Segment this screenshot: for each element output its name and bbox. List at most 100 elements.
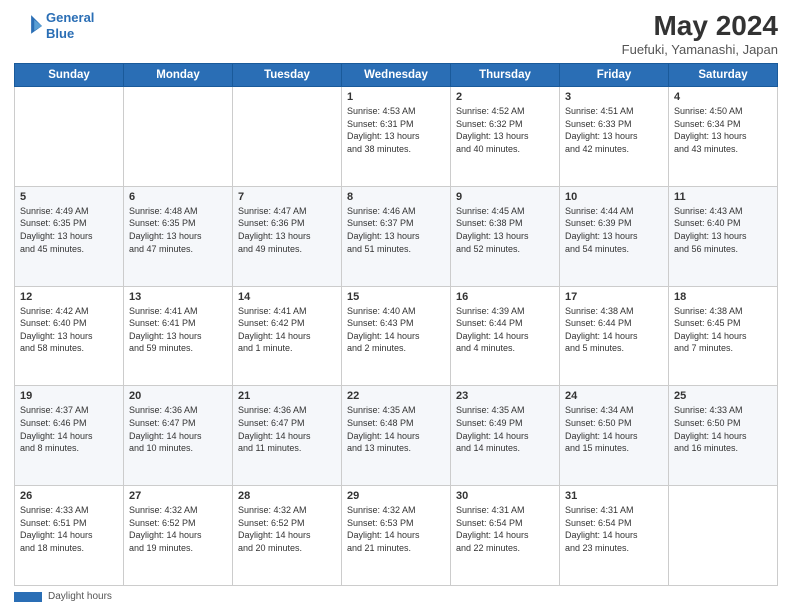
weekday-thursday: Thursday bbox=[451, 64, 560, 87]
calendar-cell: 12 Sunrise: 4:42 AM Sunset: 6:40 PM Dayli… bbox=[15, 286, 124, 386]
day-info: Sunrise: 4:41 AM Sunset: 6:42 PM Dayligh… bbox=[238, 305, 336, 355]
calendar-cell: 3Sunrise: 4:51 AM Sunset: 6:33 PM Daylig… bbox=[560, 87, 669, 187]
week-row-0: 1Sunrise: 4:53 AM Sunset: 6:31 PM Daylig… bbox=[15, 87, 778, 187]
calendar-cell: 8Sunrise: 4:46 AM Sunset: 6:37 PM Daylig… bbox=[342, 186, 451, 286]
day-info: Sunrise: 4:33 AM Sunset: 6:50 PM Dayligh… bbox=[674, 404, 772, 454]
day-info: Sunrise: 4:50 AM Sunset: 6:34 PM Dayligh… bbox=[674, 105, 772, 155]
calendar-cell: 30 Sunrise: 4:31 AM Sunset: 6:54 PM Dayli… bbox=[451, 486, 560, 586]
day-info: Sunrise: 4:49 AM Sunset: 6:35 PM Dayligh… bbox=[20, 205, 118, 255]
day-number: 21 bbox=[238, 390, 336, 402]
calendar-cell: 2 Sunrise: 4:52 AM Sunset: 6:32 PM Daylig… bbox=[451, 87, 560, 187]
day-info: Sunrise: 4:38 AM Sunset: 6:45 PM Dayligh… bbox=[674, 305, 772, 355]
calendar-cell: 7 Sunrise: 4:47 AM Sunset: 6:36 PM Daylig… bbox=[233, 186, 342, 286]
calendar-cell: 17 Sunrise: 4:38 AM Sunset: 6:44 PM Dayli… bbox=[560, 286, 669, 386]
day-info: Sunrise: 4:36 AM Sunset: 6:47 PM Dayligh… bbox=[129, 404, 227, 454]
day-number: 19 bbox=[20, 390, 118, 402]
calendar-cell: 19Sunrise: 4:37 AM Sunset: 6:46 PM Dayli… bbox=[15, 386, 124, 486]
day-info: Sunrise: 4:34 AM Sunset: 6:50 PM Dayligh… bbox=[565, 404, 663, 454]
calendar-cell: 22 Sunrise: 4:35 AM Sunset: 6:48 PM Dayli… bbox=[342, 386, 451, 486]
weekday-monday: Monday bbox=[124, 64, 233, 87]
calendar-cell: 5 Sunrise: 4:49 AM Sunset: 6:35 PM Daylig… bbox=[15, 186, 124, 286]
calendar-cell: 13 Sunrise: 4:41 AM Sunset: 6:41 PM Dayli… bbox=[124, 286, 233, 386]
day-info: Sunrise: 4:31 AM Sunset: 6:54 PM Dayligh… bbox=[565, 504, 663, 554]
day-info: Sunrise: 4:41 AM Sunset: 6:41 PM Dayligh… bbox=[129, 305, 227, 355]
day-info: Sunrise: 4:32 AM Sunset: 6:52 PM Dayligh… bbox=[238, 504, 336, 554]
calendar-cell bbox=[233, 87, 342, 187]
day-number: 3 bbox=[565, 91, 663, 103]
calendar-cell: 21Sunrise: 4:36 AM Sunset: 6:47 PM Dayli… bbox=[233, 386, 342, 486]
day-number: 11 bbox=[674, 191, 772, 203]
footer-label: Daylight hours bbox=[48, 591, 112, 602]
calendar-cell bbox=[124, 87, 233, 187]
day-info: Sunrise: 4:33 AM Sunset: 6:51 PM Dayligh… bbox=[20, 504, 118, 554]
logo-line2: Blue bbox=[46, 26, 74, 41]
day-number: 16 bbox=[456, 291, 554, 303]
weekday-friday: Friday bbox=[560, 64, 669, 87]
calendar-cell: 4 Sunrise: 4:50 AM Sunset: 6:34 PM Daylig… bbox=[669, 87, 778, 187]
location: Fuefuki, Yamanashi, Japan bbox=[622, 42, 778, 57]
day-info: Sunrise: 4:31 AM Sunset: 6:54 PM Dayligh… bbox=[456, 504, 554, 554]
footer: Daylight hours bbox=[14, 591, 778, 602]
day-number: 28 bbox=[238, 490, 336, 502]
header: General Blue May 2024 Fuefuki, Yamanashi… bbox=[14, 10, 778, 57]
day-number: 2 bbox=[456, 91, 554, 103]
day-info: Sunrise: 4:47 AM Sunset: 6:36 PM Dayligh… bbox=[238, 205, 336, 255]
calendar-cell: 26 Sunrise: 4:33 AM Sunset: 6:51 PM Dayli… bbox=[15, 486, 124, 586]
logo: General Blue bbox=[14, 10, 94, 41]
day-info: Sunrise: 4:53 AM Sunset: 6:31 PM Dayligh… bbox=[347, 105, 445, 155]
day-number: 23 bbox=[456, 390, 554, 402]
day-number: 27 bbox=[129, 490, 227, 502]
day-number: 5 bbox=[20, 191, 118, 203]
day-number: 4 bbox=[674, 91, 772, 103]
day-info: Sunrise: 4:35 AM Sunset: 6:48 PM Dayligh… bbox=[347, 404, 445, 454]
day-number: 7 bbox=[238, 191, 336, 203]
calendar-cell: 28 Sunrise: 4:32 AM Sunset: 6:52 PM Dayli… bbox=[233, 486, 342, 586]
calendar-cell: 18 Sunrise: 4:38 AM Sunset: 6:45 PM Dayli… bbox=[669, 286, 778, 386]
calendar-cell: 14Sunrise: 4:41 AM Sunset: 6:42 PM Dayli… bbox=[233, 286, 342, 386]
week-row-4: 26 Sunrise: 4:33 AM Sunset: 6:51 PM Dayli… bbox=[15, 486, 778, 586]
day-info: Sunrise: 4:38 AM Sunset: 6:44 PM Dayligh… bbox=[565, 305, 663, 355]
calendar-cell bbox=[15, 87, 124, 187]
day-number: 31 bbox=[565, 490, 663, 502]
calendar-cell: 1Sunrise: 4:53 AM Sunset: 6:31 PM Daylig… bbox=[342, 87, 451, 187]
calendar-cell: 20 Sunrise: 4:36 AM Sunset: 6:47 PM Dayli… bbox=[124, 386, 233, 486]
day-number: 24 bbox=[565, 390, 663, 402]
day-info: Sunrise: 4:39 AM Sunset: 6:44 PM Dayligh… bbox=[456, 305, 554, 355]
day-info: Sunrise: 4:35 AM Sunset: 6:49 PM Dayligh… bbox=[456, 404, 554, 454]
week-row-1: 5 Sunrise: 4:49 AM Sunset: 6:35 PM Daylig… bbox=[15, 186, 778, 286]
calendar-cell: 16 Sunrise: 4:39 AM Sunset: 6:44 PM Dayli… bbox=[451, 286, 560, 386]
day-number: 30 bbox=[456, 490, 554, 502]
weekday-wednesday: Wednesday bbox=[342, 64, 451, 87]
day-info: Sunrise: 4:32 AM Sunset: 6:52 PM Dayligh… bbox=[129, 504, 227, 554]
calendar-cell: 27 Sunrise: 4:32 AM Sunset: 6:52 PM Dayli… bbox=[124, 486, 233, 586]
calendar-cell: 11Sunrise: 4:43 AM Sunset: 6:40 PM Dayli… bbox=[669, 186, 778, 286]
day-number: 17 bbox=[565, 291, 663, 303]
day-number: 15 bbox=[347, 291, 445, 303]
calendar-cell: 31 Sunrise: 4:31 AM Sunset: 6:54 PM Dayli… bbox=[560, 486, 669, 586]
day-number: 13 bbox=[129, 291, 227, 303]
day-number: 26 bbox=[20, 490, 118, 502]
day-info: Sunrise: 4:44 AM Sunset: 6:39 PM Dayligh… bbox=[565, 205, 663, 255]
day-number: 25 bbox=[674, 390, 772, 402]
calendar-cell: 10 Sunrise: 4:44 AM Sunset: 6:39 PM Dayli… bbox=[560, 186, 669, 286]
day-info: Sunrise: 4:52 AM Sunset: 6:32 PM Dayligh… bbox=[456, 105, 554, 155]
calendar-cell: 25 Sunrise: 4:33 AM Sunset: 6:50 PM Dayli… bbox=[669, 386, 778, 486]
calendar-cell: 6 Sunrise: 4:48 AM Sunset: 6:35 PM Daylig… bbox=[124, 186, 233, 286]
calendar-cell: 15 Sunrise: 4:40 AM Sunset: 6:43 PM Dayli… bbox=[342, 286, 451, 386]
day-number: 20 bbox=[129, 390, 227, 402]
day-number: 10 bbox=[565, 191, 663, 203]
calendar-cell bbox=[669, 486, 778, 586]
logo-text: General Blue bbox=[46, 10, 94, 41]
day-info: Sunrise: 4:46 AM Sunset: 6:37 PM Dayligh… bbox=[347, 205, 445, 255]
week-row-3: 19Sunrise: 4:37 AM Sunset: 6:46 PM Dayli… bbox=[15, 386, 778, 486]
day-info: Sunrise: 4:48 AM Sunset: 6:35 PM Dayligh… bbox=[129, 205, 227, 255]
day-info: Sunrise: 4:32 AM Sunset: 6:53 PM Dayligh… bbox=[347, 504, 445, 554]
day-number: 22 bbox=[347, 390, 445, 402]
day-number: 6 bbox=[129, 191, 227, 203]
day-number: 12 bbox=[20, 291, 118, 303]
day-info: Sunrise: 4:40 AM Sunset: 6:43 PM Dayligh… bbox=[347, 305, 445, 355]
calendar-cell: 29Sunrise: 4:32 AM Sunset: 6:53 PM Dayli… bbox=[342, 486, 451, 586]
logo-line1: General bbox=[46, 10, 94, 25]
day-info: Sunrise: 4:42 AM Sunset: 6:40 PM Dayligh… bbox=[20, 305, 118, 355]
day-number: 18 bbox=[674, 291, 772, 303]
